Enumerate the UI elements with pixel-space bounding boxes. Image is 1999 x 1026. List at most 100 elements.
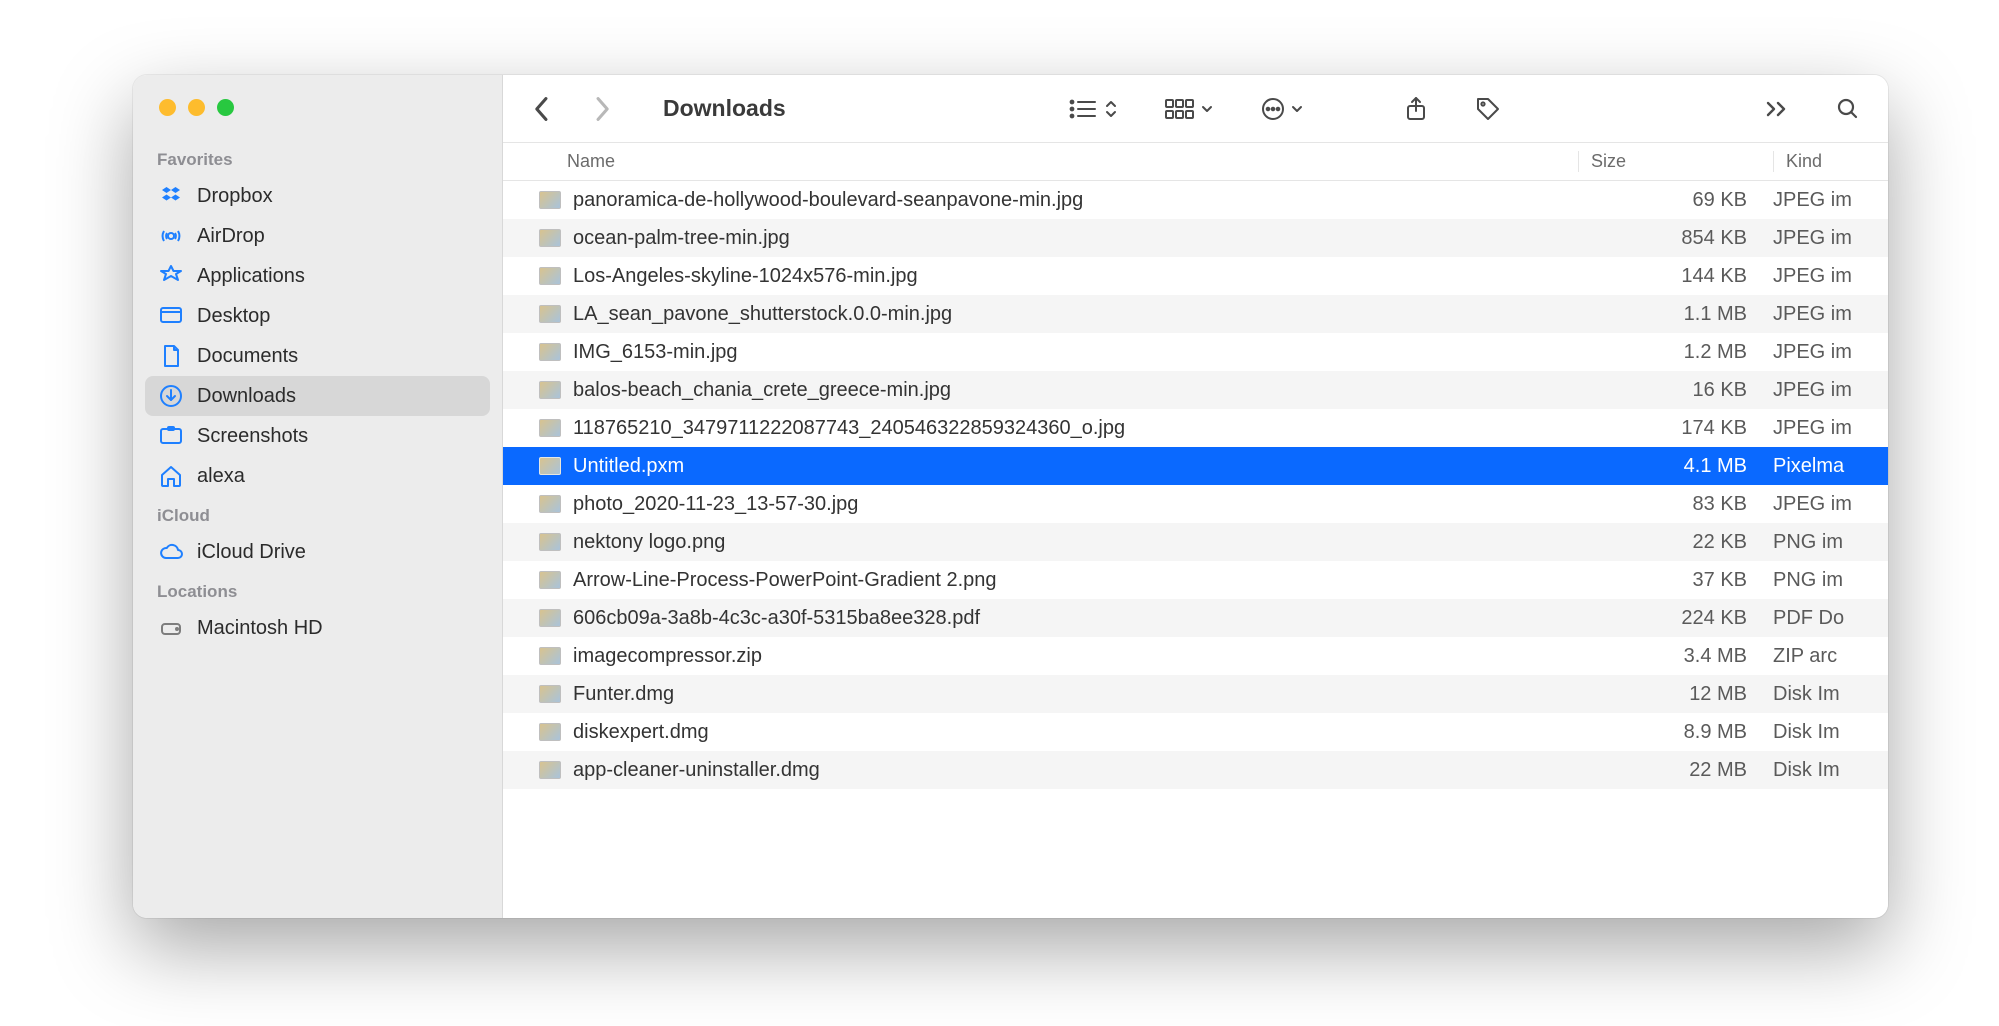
file-row[interactable]: Untitled.pxm4.1 MBPixelma <box>503 447 1888 485</box>
file-row[interactable]: 118765210_3479711222087743_2405463228593… <box>503 409 1888 447</box>
file-row[interactable]: nektony logo.png22 KBPNG im <box>503 523 1888 561</box>
download-icon <box>159 384 183 408</box>
file-kind: PNG im <box>1773 531 1888 554</box>
home-icon <box>159 464 183 488</box>
file-kind: Pixelma <box>1773 455 1888 478</box>
sidebar-item-label: iCloud Drive <box>197 541 306 564</box>
file-row[interactable]: balos-beach_chania_crete_greece-min.jpg1… <box>503 371 1888 409</box>
sidebar-item-label: alexa <box>197 465 245 488</box>
action-menu-button[interactable] <box>1255 93 1309 125</box>
column-header-kind[interactable]: Kind <box>1773 151 1888 172</box>
overflow-button[interactable] <box>1760 96 1794 122</box>
file-size: 37 KB <box>1578 569 1773 592</box>
sidebar-item-applications[interactable]: Applications <box>145 256 490 296</box>
file-thumbnail-icon <box>539 381 561 399</box>
traffic-light-close-icon[interactable] <box>159 99 176 116</box>
view-grid-button[interactable] <box>1159 94 1219 124</box>
file-name: nektony logo.png <box>573 531 1578 554</box>
sidebar-item-documents[interactable]: Documents <box>145 336 490 376</box>
sidebar-item-label: Downloads <box>197 385 296 408</box>
file-row[interactable]: panoramica-de-hollywood-boulevard-seanpa… <box>503 181 1888 219</box>
file-size: 224 KB <box>1578 607 1773 630</box>
apps-icon <box>159 264 183 288</box>
file-row[interactable]: Funter.dmg12 MBDisk Im <box>503 675 1888 713</box>
file-kind: Disk Im <box>1773 759 1888 782</box>
window-controls <box>133 91 502 140</box>
file-row[interactable]: Los-Angeles-skyline-1024x576-min.jpg144 … <box>503 257 1888 295</box>
cloud-icon <box>159 540 183 564</box>
file-name: balos-beach_chania_crete_greece-min.jpg <box>573 379 1578 402</box>
file-row[interactable]: Arrow-Line-Process-PowerPoint-Gradient 2… <box>503 561 1888 599</box>
sidebar-item-downloads[interactable]: Downloads <box>145 376 490 416</box>
search-button[interactable] <box>1830 93 1866 125</box>
file-thumbnail-icon <box>539 609 561 627</box>
file-thumbnail-icon <box>539 685 561 703</box>
sidebar-item-label: Macintosh HD <box>197 617 323 640</box>
sidebar-item-airdrop[interactable]: AirDrop <box>145 216 490 256</box>
desktop-icon <box>159 304 183 328</box>
file-size: 3.4 MB <box>1578 645 1773 668</box>
file-thumbnail-icon <box>539 419 561 437</box>
sidebar-item-dropbox[interactable]: Dropbox <box>145 176 490 216</box>
file-row[interactable]: IMG_6153-min.jpg1.2 MBJPEG im <box>503 333 1888 371</box>
sidebar-item-alexa[interactable]: alexa <box>145 456 490 496</box>
file-kind: PNG im <box>1773 569 1888 592</box>
file-thumbnail-icon <box>539 457 561 475</box>
file-name: photo_2020-11-23_13-57-30.jpg <box>573 493 1578 516</box>
file-size: 1.1 MB <box>1578 303 1773 326</box>
file-name: panoramica-de-hollywood-boulevard-seanpa… <box>573 189 1578 212</box>
sidebar-item-label: Desktop <box>197 305 270 328</box>
file-thumbnail-icon <box>539 305 561 323</box>
airdrop-icon <box>159 224 183 248</box>
file-size: 83 KB <box>1578 493 1773 516</box>
file-name: ocean-palm-tree-min.jpg <box>573 227 1578 250</box>
file-name: Untitled.pxm <box>573 455 1578 478</box>
sidebar-item-label: Documents <box>197 345 298 368</box>
file-size: 174 KB <box>1578 417 1773 440</box>
traffic-light-minimize-icon[interactable] <box>188 99 205 116</box>
tags-button[interactable] <box>1469 92 1507 126</box>
sidebar-section-label: Locations <box>133 572 502 608</box>
file-name: LA_sean_pavone_shutterstock.0.0-min.jpg <box>573 303 1578 326</box>
file-thumbnail-icon <box>539 267 561 285</box>
file-row[interactable]: ocean-palm-tree-min.jpg854 KBJPEG im <box>503 219 1888 257</box>
file-name: 606cb09a-3a8b-4c3c-a30f-5315ba8ee328.pdf <box>573 607 1578 630</box>
window-title: Downloads <box>663 95 786 122</box>
file-row[interactable]: imagecompressor.zip3.4 MBZIP arc <box>503 637 1888 675</box>
file-kind: JPEG im <box>1773 341 1888 364</box>
file-name: Funter.dmg <box>573 683 1578 706</box>
file-size: 12 MB <box>1578 683 1773 706</box>
view-list-button[interactable] <box>1063 94 1123 124</box>
nav-forward-button[interactable] <box>587 92 617 126</box>
file-row[interactable]: diskexpert.dmg8.9 MBDisk Im <box>503 713 1888 751</box>
main-panel: Downloads <box>503 75 1888 918</box>
sidebar-item-screenshots[interactable]: Screenshots <box>145 416 490 456</box>
file-kind: JPEG im <box>1773 493 1888 516</box>
column-header-row: Name Size Kind <box>503 143 1888 181</box>
sidebar-item-icloud-drive[interactable]: iCloud Drive <box>145 532 490 572</box>
file-row[interactable]: LA_sean_pavone_shutterstock.0.0-min.jpg1… <box>503 295 1888 333</box>
file-size: 16 KB <box>1578 379 1773 402</box>
chevron-down-icon <box>1201 98 1213 120</box>
file-size: 144 KB <box>1578 265 1773 288</box>
file-thumbnail-icon <box>539 191 561 209</box>
sidebar-item-macintosh-hd[interactable]: Macintosh HD <box>145 608 490 648</box>
file-name: Los-Angeles-skyline-1024x576-min.jpg <box>573 265 1578 288</box>
file-name: IMG_6153-min.jpg <box>573 341 1578 364</box>
file-row[interactable]: app-cleaner-uninstaller.dmg22 MBDisk Im <box>503 751 1888 789</box>
nav-back-button[interactable] <box>527 92 557 126</box>
column-header-name[interactable]: Name <box>567 151 1578 172</box>
file-kind: Disk Im <box>1773 683 1888 706</box>
file-row[interactable]: 606cb09a-3a8b-4c3c-a30f-5315ba8ee328.pdf… <box>503 599 1888 637</box>
traffic-light-zoom-icon[interactable] <box>217 99 234 116</box>
share-button[interactable] <box>1399 92 1433 126</box>
chevron-down-icon <box>1291 98 1303 120</box>
file-row[interactable]: photo_2020-11-23_13-57-30.jpg83 KBJPEG i… <box>503 485 1888 523</box>
file-thumbnail-icon <box>539 761 561 779</box>
file-list: panoramica-de-hollywood-boulevard-seanpa… <box>503 181 1888 918</box>
file-kind: JPEG im <box>1773 417 1888 440</box>
column-header-size[interactable]: Size <box>1578 151 1773 172</box>
file-kind: PDF Do <box>1773 607 1888 630</box>
sidebar-item-label: Applications <box>197 265 305 288</box>
sidebar-item-desktop[interactable]: Desktop <box>145 296 490 336</box>
